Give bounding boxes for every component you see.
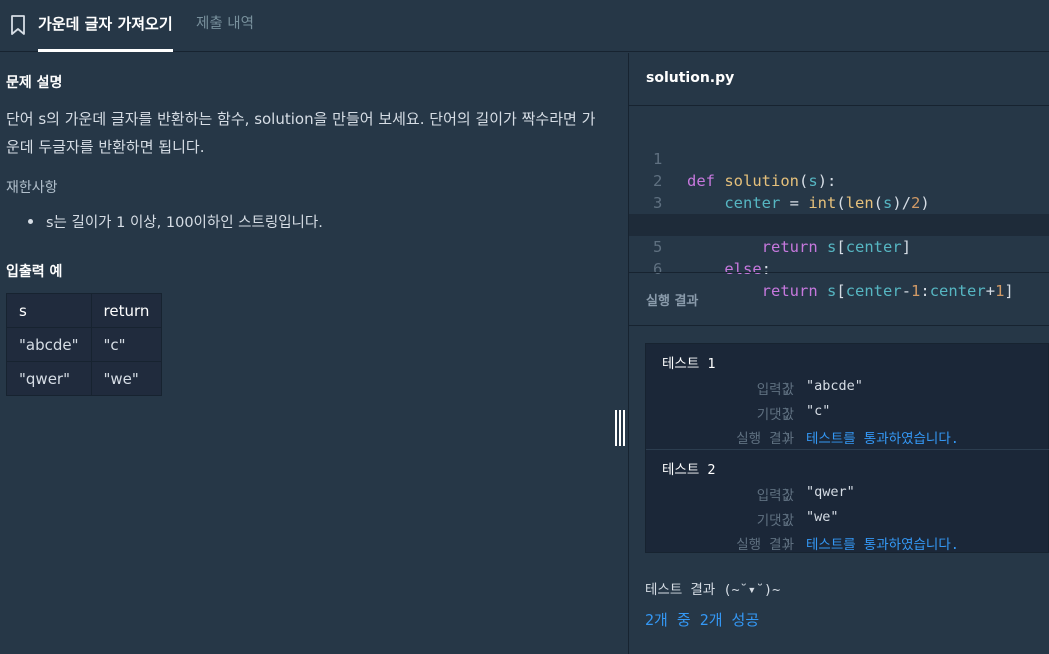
test-row-input: 입력값 〉 "abcde" [646, 378, 1049, 398]
top-bar: 가운데 글자 가져오기 제출 내역 [0, 0, 1049, 52]
chevron-right-icon: 〉 [784, 488, 798, 504]
bullet-dot [28, 219, 33, 224]
resize-handle[interactable] [615, 410, 625, 446]
tab-problem[interactable]: 가운데 글자 가져오기 [38, 0, 173, 52]
test-row-expected: 기댓값 〉 "we" [646, 509, 1049, 529]
handle-bar [615, 410, 617, 446]
code-line-active: 5 else: [629, 214, 1049, 278]
code-editor[interactable]: 1 def solution(s): 2 center = int(len(s)… [629, 123, 1049, 300]
table-cell: "we" [90, 361, 163, 396]
code-line: 6 return s[center-1:center+1] [629, 236, 1049, 300]
code-line: 1 def solution(s): [629, 126, 1049, 190]
handle-bar [619, 410, 621, 446]
test-case-title: 테스트 1 [662, 356, 716, 372]
problem-description-title: 문제 설명 [6, 75, 63, 91]
constraint-text: s는 길이가 1 이상, 100이하인 스트링입니다. [46, 215, 323, 231]
table-cell: "abcde" [6, 327, 92, 362]
test-case: 테스트 2 입력값 〉 "qwer" 기댓값 〉 "we" 실행 결과 〉 테스… [646, 449, 1049, 553]
expected-value: "we" [806, 509, 839, 525]
tab-submissions[interactable]: 제출 내역 [196, 0, 254, 52]
divider [629, 325, 1049, 326]
chevron-right-icon: 〉 [784, 382, 798, 398]
input-value: "qwer" [806, 484, 855, 500]
table-row: "abcde" "c" [6, 327, 163, 362]
test-row-input: 입력값 〉 "qwer" [646, 484, 1049, 504]
result-value: 테스트를 통과하였습니다. [806, 431, 959, 447]
divider [629, 272, 1049, 273]
handle-bar [623, 410, 625, 446]
code-text: else: [724, 260, 771, 278]
result-value: 테스트를 통과하였습니다. [806, 537, 959, 553]
test-row-result: 실행 결과 〉 테스트를 통과하였습니다. [646, 427, 1049, 447]
code-text: return s[center-1:center+1] [761, 282, 1014, 300]
chevron-right-icon: 〉 [784, 513, 798, 529]
examples-table: s return "abcde" "c" "qwer" "we" [6, 293, 163, 396]
file-name: solution.py [646, 70, 735, 86]
constraint-item: s는 길이가 1 이상, 100이하인 스트링입니다. [28, 211, 323, 232]
table-header-row: s return [6, 293, 163, 328]
chevron-right-icon: 〉 [784, 431, 798, 447]
problem-description: 단어 s의 가운데 글자를 반환하는 함수, solution을 만들어 보세요… [6, 110, 596, 156]
table-header-s: s [6, 293, 92, 328]
code-line: 4 return s[center] [629, 192, 1049, 256]
bookmark-icon[interactable] [10, 15, 26, 35]
editor-pane: solution.py 1 def solution(s): 2 center … [629, 53, 1049, 654]
expected-value: "c" [806, 403, 831, 419]
problem-pane: 문제 설명 단어 s의 가운데 글자를 반환하는 함수, solution을 만… [0, 53, 628, 654]
divider [629, 105, 1049, 106]
line-number: 6 [653, 260, 663, 278]
table-row: "qwer" "we" [6, 361, 163, 396]
test-row-expected: 기댓값 〉 "c" [646, 403, 1049, 423]
examples-title: 입출력 예 [6, 264, 63, 280]
table-header-return: return [90, 293, 163, 328]
run-result-title: 실행 결과 [646, 294, 699, 309]
chevron-right-icon: 〉 [784, 407, 798, 423]
table-cell: "qwer" [6, 361, 92, 396]
code-line: 3 if len(s) % 2 != 0: [629, 170, 1049, 234]
test-row-result: 실행 결과 〉 테스트를 통과하였습니다. [646, 533, 1049, 553]
table-cell: "c" [90, 327, 163, 362]
code-line: 2 center = int(len(s)/2) [629, 148, 1049, 212]
constraints-title: 재한사항 [6, 180, 58, 196]
test-case: 테스트 1 입력값 〉 "abcde" 기댓값 〉 "c" 실행 결과 〉 테스… [646, 344, 1049, 448]
chevron-right-icon: 〉 [784, 537, 798, 553]
final-result-value: 2개 중 2개 성공 [645, 611, 760, 629]
final-result-label: 테스트 결과 (~˘▾˘)~ [645, 582, 781, 598]
test-case-title: 테스트 2 [662, 462, 716, 478]
input-value: "abcde" [806, 378, 863, 394]
test-results-box: 테스트 1 입력값 〉 "abcde" 기댓값 〉 "c" 실행 결과 〉 테스… [645, 343, 1049, 553]
